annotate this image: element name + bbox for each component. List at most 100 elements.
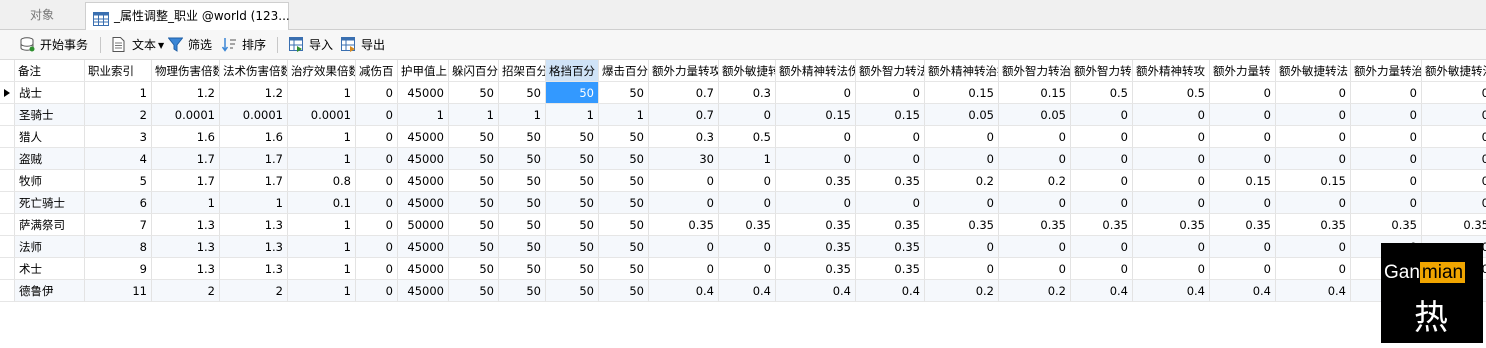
table-cell[interactable]: 1 bbox=[499, 104, 546, 126]
table-cell[interactable]: 45000 bbox=[398, 280, 449, 302]
column-header[interactable]: 额外敏捷转法 bbox=[1276, 60, 1351, 82]
table-cell[interactable]: 0.15 bbox=[776, 104, 856, 126]
table-cell[interactable]: 0 bbox=[1210, 192, 1276, 214]
table-cell[interactable]: 50 bbox=[599, 192, 649, 214]
row-indicator[interactable] bbox=[0, 148, 15, 170]
table-cell[interactable]: 45000 bbox=[398, 170, 449, 192]
table-cell[interactable]: 0 bbox=[1071, 126, 1133, 148]
table-cell[interactable]: 0.4 bbox=[1210, 280, 1276, 302]
table-cell[interactable]: 1.7 bbox=[220, 148, 288, 170]
table-cell[interactable]: 1.6 bbox=[152, 126, 220, 148]
table-cell[interactable]: 0 bbox=[925, 148, 999, 170]
table-cell[interactable]: 0.35 bbox=[1210, 214, 1276, 236]
table-cell[interactable]: 50 bbox=[449, 192, 499, 214]
table-cell[interactable]: 0.15 bbox=[1210, 170, 1276, 192]
table-cell[interactable]: 1 bbox=[288, 82, 356, 104]
table-cell[interactable]: 1.3 bbox=[152, 214, 220, 236]
table-cell[interactable]: 0 bbox=[999, 126, 1071, 148]
table-cell[interactable]: 50 bbox=[449, 170, 499, 192]
table-cell[interactable]: 50 bbox=[499, 280, 546, 302]
table-cell[interactable]: 50 bbox=[449, 126, 499, 148]
table-cell[interactable]: 0 bbox=[776, 192, 856, 214]
table-cell[interactable]: 0.1 bbox=[288, 192, 356, 214]
table-cell[interactable]: 50 bbox=[499, 170, 546, 192]
table-cell[interactable]: 1 bbox=[152, 192, 220, 214]
table-cell[interactable]: 0 bbox=[1133, 126, 1210, 148]
table-cell[interactable]: 0 bbox=[856, 192, 925, 214]
table-cell[interactable]: 0.15 bbox=[925, 82, 999, 104]
table-cell[interactable]: 50 bbox=[546, 126, 599, 148]
table-cell[interactable]: 50 bbox=[546, 280, 599, 302]
table-cell[interactable]: 0 bbox=[1422, 104, 1486, 126]
filter-button[interactable]: 筛选 bbox=[168, 36, 212, 54]
table-cell[interactable]: 0 bbox=[856, 126, 925, 148]
column-header[interactable]: 减伤百 bbox=[356, 60, 398, 82]
table-cell[interactable]: 0.35 bbox=[1071, 214, 1133, 236]
table-cell[interactable]: 0 bbox=[1351, 170, 1422, 192]
table-cell[interactable]: 7 bbox=[85, 214, 152, 236]
table-cell[interactable]: 0 bbox=[356, 192, 398, 214]
table-cell[interactable]: 0 bbox=[1351, 148, 1422, 170]
table-cell[interactable]: 50 bbox=[599, 236, 649, 258]
column-header[interactable]: 额外力量转 bbox=[1210, 60, 1276, 82]
table-cell[interactable]: 0 bbox=[1071, 104, 1133, 126]
table-cell[interactable]: 1.3 bbox=[152, 258, 220, 280]
table-cell[interactable]: 0 bbox=[1276, 258, 1351, 280]
row-indicator[interactable] bbox=[0, 82, 15, 104]
column-header[interactable]: 额外力量转攻 bbox=[649, 60, 719, 82]
table-cell[interactable]: 2 bbox=[152, 280, 220, 302]
table-cell[interactable]: 0 bbox=[1276, 82, 1351, 104]
column-header[interactable]: 备注 bbox=[15, 60, 85, 82]
table-cell[interactable]: 45000 bbox=[398, 192, 449, 214]
table-cell[interactable]: 0.4 bbox=[776, 280, 856, 302]
table-cell[interactable]: 0.4 bbox=[1276, 280, 1351, 302]
column-header[interactable]: 爆击百分 bbox=[599, 60, 649, 82]
column-header[interactable]: 额外精神转治疗 bbox=[925, 60, 999, 82]
table-cell[interactable]: 0.0001 bbox=[288, 104, 356, 126]
table-cell[interactable]: 1.3 bbox=[152, 236, 220, 258]
table-cell[interactable]: 0.35 bbox=[776, 170, 856, 192]
table-cell[interactable]: 0 bbox=[356, 170, 398, 192]
table-cell[interactable]: 0 bbox=[1133, 236, 1210, 258]
table-cell[interactable]: 萨满祭司 bbox=[15, 214, 85, 236]
table-cell[interactable]: 0.2 bbox=[925, 280, 999, 302]
table-cell[interactable]: 50 bbox=[449, 82, 499, 104]
table-cell[interactable]: 0 bbox=[719, 170, 776, 192]
table-cell[interactable]: 1.6 bbox=[220, 126, 288, 148]
table-cell[interactable]: 猎人 bbox=[15, 126, 85, 148]
table-cell[interactable]: 50 bbox=[546, 148, 599, 170]
table-cell[interactable]: 0 bbox=[999, 258, 1071, 280]
table-cell[interactable]: 0 bbox=[1133, 104, 1210, 126]
import-button[interactable]: 导入 bbox=[289, 36, 333, 54]
table-cell[interactable]: 1.3 bbox=[220, 214, 288, 236]
table-cell[interactable]: 0.35 bbox=[856, 258, 925, 280]
table-cell[interactable]: 0.05 bbox=[925, 104, 999, 126]
table-cell[interactable]: 45000 bbox=[398, 148, 449, 170]
table-cell[interactable]: 0.35 bbox=[649, 214, 719, 236]
column-header[interactable]: 额外力量转治 bbox=[1351, 60, 1422, 82]
table-cell[interactable]: 0.35 bbox=[856, 170, 925, 192]
table-cell[interactable]: 0 bbox=[719, 192, 776, 214]
table-cell[interactable]: 0 bbox=[1422, 148, 1486, 170]
table-cell[interactable]: 0 bbox=[856, 148, 925, 170]
column-header[interactable]: 招架百分 bbox=[499, 60, 546, 82]
table-cell[interactable]: 0 bbox=[1210, 126, 1276, 148]
table-cell[interactable]: 0 bbox=[1071, 192, 1133, 214]
table-cell[interactable]: 1 bbox=[288, 126, 356, 148]
table-cell[interactable]: 0.5 bbox=[719, 126, 776, 148]
table-cell[interactable]: 9 bbox=[85, 258, 152, 280]
column-header[interactable]: 额外敏捷转治 bbox=[1422, 60, 1486, 82]
table-cell[interactable]: 50 bbox=[499, 126, 546, 148]
table-cell[interactable]: 牧师 bbox=[15, 170, 85, 192]
table-cell[interactable]: 0.35 bbox=[925, 214, 999, 236]
table-cell[interactable]: 50 bbox=[546, 170, 599, 192]
table-cell[interactable]: 0 bbox=[356, 258, 398, 280]
table-cell[interactable]: 50 bbox=[599, 126, 649, 148]
table-cell[interactable]: 0 bbox=[1276, 236, 1351, 258]
table-cell[interactable]: 1 bbox=[546, 104, 599, 126]
table-cell[interactable]: 1 bbox=[288, 236, 356, 258]
row-indicator[interactable] bbox=[0, 126, 15, 148]
table-cell[interactable]: 1.3 bbox=[220, 258, 288, 280]
table-cell[interactable]: 3 bbox=[85, 126, 152, 148]
table-cell[interactable]: 1 bbox=[719, 148, 776, 170]
